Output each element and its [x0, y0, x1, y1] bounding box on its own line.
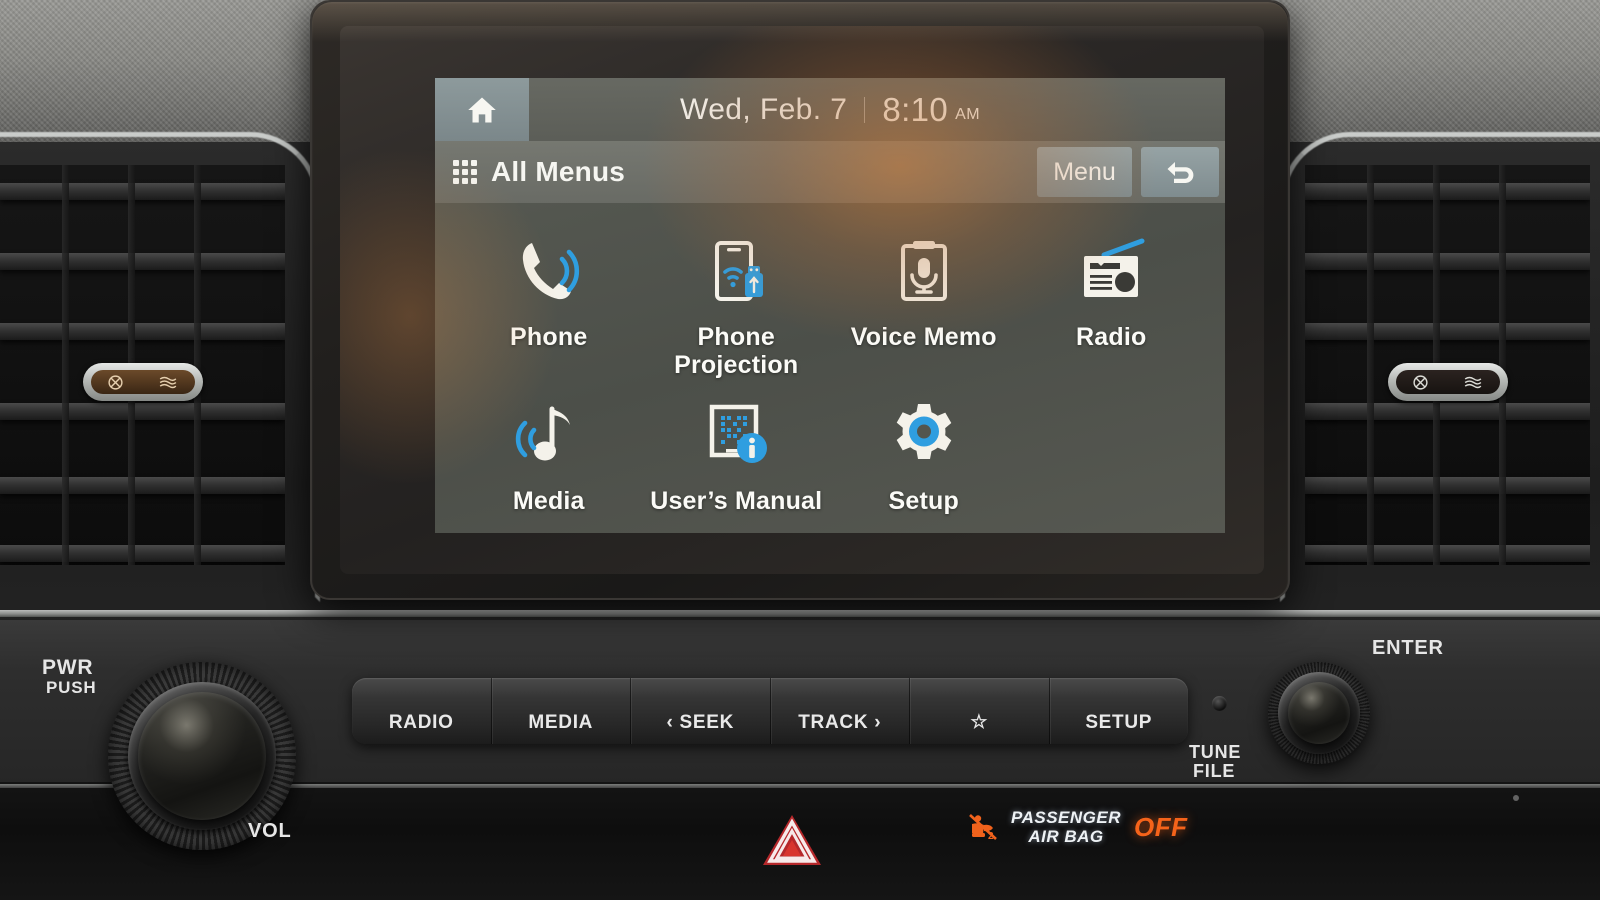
lcd-display[interactable]: Wed, Feb. 7 8:10 AM All Menus Menu Phone…	[435, 78, 1225, 533]
button-label: SETUP	[1085, 712, 1153, 733]
volume-power-knob[interactable]	[138, 692, 266, 820]
grid-icon	[453, 160, 477, 184]
app-voice-memo[interactable]: Voice Memo	[830, 227, 1018, 379]
app-media[interactable]: Media	[455, 391, 643, 515]
back-arrow-icon	[1167, 162, 1194, 183]
app-setup[interactable]: Setup	[830, 391, 1018, 515]
app-label: Radio	[1076, 323, 1147, 351]
users-manual-icon	[699, 391, 773, 473]
all-menus-app-grid: Phone Phone Projection Voice Memo Radio …	[435, 203, 1225, 515]
button-favorite[interactable]: ☆	[910, 678, 1050, 744]
menu-button[interactable]: Menu	[1037, 147, 1132, 197]
clock-separator	[864, 96, 866, 123]
status-date: Wed, Feb. 7	[680, 92, 848, 126]
button-label: TRACK ›	[798, 712, 882, 733]
chrome-trim-left	[0, 132, 320, 602]
reset-pinhole	[1212, 696, 1227, 711]
file-label: FILE	[1193, 761, 1236, 781]
touchscreen-glass[interactable]: Wed, Feb. 7 8:10 AM All Menus Menu Phone…	[340, 26, 1264, 574]
button-track[interactable]: TRACK ›	[771, 678, 910, 744]
hard-button-row: RADIO MEDIA ‹ SEEK TRACK › ☆ SETUP	[352, 678, 1188, 744]
star-icon: ☆	[970, 712, 989, 733]
app-label: Media	[512, 487, 585, 515]
volume-label: VOL	[248, 820, 292, 842]
status-time: 8:10	[882, 90, 949, 128]
button-label: ‹ SEEK	[666, 712, 735, 733]
phone-projection-icon	[699, 227, 773, 309]
app-label: Setup	[888, 487, 959, 515]
app-radio[interactable]: Radio	[1018, 227, 1206, 379]
car-dashboard-scene: Wed, Feb. 7 8:10 AM All Menus Menu Phone…	[0, 0, 1600, 900]
hazard-warning-button[interactable]	[760, 812, 824, 870]
app-phone-projection[interactable]: Phone Projection	[643, 227, 831, 379]
infotainment-head-unit: Wed, Feb. 7 8:10 AM All Menus Menu Phone…	[310, 0, 1290, 600]
button-setup[interactable]: SETUP	[1050, 678, 1189, 744]
phone-icon	[512, 227, 586, 309]
passenger-airbag-indicator: 2 PASSENGER AIR BAG OFF	[968, 808, 1188, 846]
voice-memo-icon	[887, 227, 961, 309]
status-meridiem: AM	[955, 105, 980, 123]
power-push-label: PUSH	[46, 678, 97, 697]
app-label: User’s Manual	[650, 487, 823, 515]
setup-gear-icon	[887, 391, 961, 473]
power-label: PWR	[42, 656, 94, 679]
hazard-triangle-icon	[763, 815, 821, 865]
enter-label: ENTER	[1372, 637, 1444, 659]
airbag-status: OFF	[1134, 811, 1188, 842]
app-users-manual[interactable]: User’s Manual	[643, 391, 831, 515]
button-label: RADIO	[388, 712, 454, 733]
button-seek[interactable]: ‹ SEEK	[631, 678, 771, 744]
menu-button-label: Menu	[1053, 157, 1116, 186]
app-label: Voice Memo	[850, 323, 997, 351]
page-title: All Menus	[491, 156, 626, 187]
tune-file-enter-knob[interactable]	[1288, 682, 1350, 744]
app-label: Phone	[510, 323, 588, 351]
button-label: MEDIA	[528, 712, 594, 733]
button-radio[interactable]: RADIO	[352, 678, 492, 744]
airbag-line1: PASSENGER	[1011, 808, 1121, 827]
status-bar: Wed, Feb. 7 8:10 AM	[435, 78, 1225, 141]
home-icon	[468, 97, 496, 122]
svg-text:2: 2	[988, 831, 994, 842]
app-label: Phone Projection	[674, 323, 799, 379]
tune-label: TUNE	[1189, 742, 1242, 762]
home-button[interactable]	[435, 78, 529, 141]
chrome-trim-right	[1280, 132, 1600, 602]
back-button[interactable]	[1141, 147, 1219, 197]
media-icon	[512, 391, 586, 473]
airbag-off-icon: 2	[969, 814, 997, 842]
clock-area: Wed, Feb. 7 8:10 AM	[529, 91, 1131, 129]
menu-bar: All Menus Menu	[435, 141, 1225, 203]
radio-icon	[1074, 227, 1148, 309]
airbag-text: PASSENGER AIR BAG	[1011, 808, 1121, 846]
chrome-trim-lower	[0, 610, 1600, 617]
panel-dot	[1513, 795, 1519, 801]
airbag-line2: AIR BAG	[1028, 827, 1104, 847]
button-media[interactable]: MEDIA	[492, 678, 631, 744]
app-phone[interactable]: Phone	[455, 227, 643, 379]
